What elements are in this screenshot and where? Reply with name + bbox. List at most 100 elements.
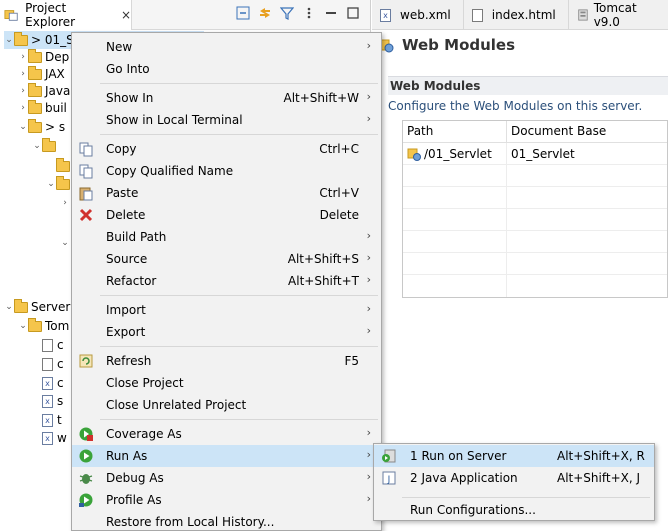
menu-item-import[interactable]: Import ›	[72, 299, 381, 321]
menu-item-show-in-local-terminal[interactable]: Show in Local Terminal ›	[72, 109, 381, 131]
menu-item-label: Go Into	[106, 62, 150, 76]
web-modules-table[interactable]: Path Document Base /01_Servlet 01_Servle…	[402, 120, 668, 298]
menu-item-new[interactable]: New ›	[72, 36, 381, 58]
chevron-right-icon[interactable]: ›	[60, 198, 70, 208]
menu-item-go-into[interactable]: Go Into	[72, 58, 381, 80]
table-row	[403, 231, 667, 253]
tree-item[interactable]: › Java	[18, 82, 70, 100]
chevron-down-icon[interactable]: ⌄	[18, 321, 28, 331]
file-icon	[42, 357, 53, 371]
collapse-all-icon[interactable]	[236, 6, 250, 20]
chevron-down-icon[interactable]: ⌄	[4, 35, 14, 45]
tab-index-html[interactable]: index.html	[464, 0, 569, 30]
filter-icon[interactable]	[280, 6, 294, 20]
menu-item-label: Source	[106, 252, 148, 266]
tree-item[interactable]: › buil	[18, 99, 67, 117]
tree-item-label: buil	[45, 101, 67, 115]
tree-item[interactable]: ›	[60, 194, 70, 212]
tree-item[interactable]: ⌄ Server	[4, 298, 70, 316]
chevron-right-icon: ›	[366, 324, 371, 337]
tree-item[interactable]: xs	[32, 392, 63, 410]
tree-item[interactable]: › JAX	[18, 65, 65, 83]
chevron-right-icon[interactable]: ›	[18, 52, 28, 62]
link-editor-icon[interactable]	[258, 6, 272, 20]
chevron-down-icon[interactable]: ⌄	[32, 141, 42, 151]
tab-web-xml[interactable]: x web.xml	[372, 0, 464, 30]
column-header-path[interactable]: Path	[403, 121, 507, 142]
menu-item-debug-as[interactable]: Debug As ›	[72, 467, 381, 489]
folder-icon	[28, 317, 42, 332]
submenu-item-shortcut: Alt+Shift+X, R	[557, 449, 645, 463]
svg-text:J: J	[387, 475, 391, 485]
submenu-item-run-configurations[interactable]: Run Configurations...	[374, 499, 654, 521]
close-icon[interactable]: ×	[121, 8, 131, 22]
view-menu-icon[interactable]	[302, 6, 316, 20]
tree-item[interactable]: › Dep	[18, 48, 69, 66]
chevron-down-icon[interactable]: ⌄	[18, 122, 28, 132]
folder-icon	[42, 137, 56, 152]
menu-item-source[interactable]: Source Alt+Shift+S ›	[72, 248, 381, 270]
menu-item-copy-qualified-name[interactable]: Copy Qualified Name	[72, 160, 381, 182]
tree-item-label: > s	[45, 120, 66, 134]
column-header-document-base[interactable]: Document Base	[507, 121, 667, 142]
chevron-down-icon[interactable]: ⌄	[60, 238, 70, 248]
tab-tomcat[interactable]: Tomcat v9.0	[569, 0, 668, 30]
menu-item-restore-from-local-history[interactable]: Restore from Local History...	[72, 511, 381, 531]
menu-item-coverage-as[interactable]: Coverage As ›	[72, 423, 381, 445]
tab-project-explorer[interactable]: Project Explorer ×	[0, 0, 132, 30]
menu-item-run-as[interactable]: Run As ›	[72, 445, 381, 467]
maximize-icon[interactable]	[346, 6, 360, 20]
tree-item-label: c	[57, 357, 64, 371]
chevron-right-icon: ›	[366, 112, 371, 125]
section-title: Web Modules	[388, 76, 668, 95]
menu-item-shortcut: F5	[344, 354, 359, 368]
folder-icon	[28, 118, 42, 133]
web-modules-section: Web Modules Configure the Web Modules on…	[388, 76, 668, 113]
editor-header: Web Modules	[372, 30, 668, 60]
tree-item[interactable]: xw	[32, 429, 67, 447]
tree-item[interactable]: c	[32, 355, 64, 373]
table-row[interactable]: /01_Servlet 01_Servlet	[403, 143, 667, 165]
submenu-item-1-run-on-server[interactable]: 1 Run on Server Alt+Shift+X, R	[374, 445, 654, 467]
tree-item-label: c	[57, 376, 64, 390]
chevron-right-icon[interactable]: ›	[18, 103, 28, 113]
menu-item-label: Import	[106, 303, 146, 317]
menu-item-build-path[interactable]: Build Path ›	[72, 226, 381, 248]
chevron-down-icon[interactable]: ⌄	[4, 302, 14, 312]
submenu-item-label: Run Configurations...	[410, 503, 536, 517]
menu-item-refactor[interactable]: Refactor Alt+Shift+T ›	[72, 270, 381, 292]
menu-item-export[interactable]: Export ›	[72, 321, 381, 343]
chevron-right-icon[interactable]: ›	[18, 86, 28, 96]
tree-item[interactable]: ⌄ > s	[18, 118, 65, 136]
menu-item-close-project[interactable]: Close Project	[72, 372, 381, 394]
menu-item-close-unrelated-project[interactable]: Close Unrelated Project	[72, 394, 381, 416]
tree-item[interactable]: ⌄ Tom	[18, 317, 69, 335]
tree-item-label: s	[57, 394, 64, 408]
cell-text: /01_Servlet	[424, 146, 492, 161]
tree-item[interactable]	[46, 157, 73, 175]
copy-icon	[78, 163, 94, 179]
tree-item[interactable]: ⌄	[46, 175, 73, 193]
tree-item[interactable]: ⌄	[60, 234, 70, 252]
tree-item[interactable]: c	[32, 336, 64, 354]
submenu-item-2-java-application[interactable]: J 2 Java Application Alt+Shift+X, J	[374, 467, 654, 489]
chevron-down-icon[interactable]: ⌄	[46, 179, 56, 189]
chevron-right-icon[interactable]: ›	[18, 69, 28, 79]
menu-item-show-in[interactable]: Show In Alt+Shift+W ›	[72, 87, 381, 109]
menu-item-label: Restore from Local History...	[106, 515, 275, 529]
menu-item-paste[interactable]: Paste Ctrl+V	[72, 182, 381, 204]
paste-icon	[78, 185, 94, 201]
menu-item-delete[interactable]: Delete Delete	[72, 204, 381, 226]
tree-item[interactable]: xc	[32, 374, 64, 392]
menu-item-profile-as[interactable]: Profile As ›	[72, 489, 381, 511]
minimize-icon[interactable]	[324, 6, 338, 20]
xml-file-icon: x	[42, 376, 53, 390]
menu-item-label: Run As	[106, 449, 148, 463]
menu-item-copy[interactable]: Copy Ctrl+C	[72, 138, 381, 160]
tree-item[interactable]: xt	[32, 411, 62, 429]
menu-item-refresh[interactable]: Refresh F5	[72, 350, 381, 372]
debug-icon	[78, 470, 94, 486]
table-row	[403, 209, 667, 231]
tree-item[interactable]	[60, 214, 70, 232]
tree-item[interactable]: ⌄	[32, 137, 59, 155]
